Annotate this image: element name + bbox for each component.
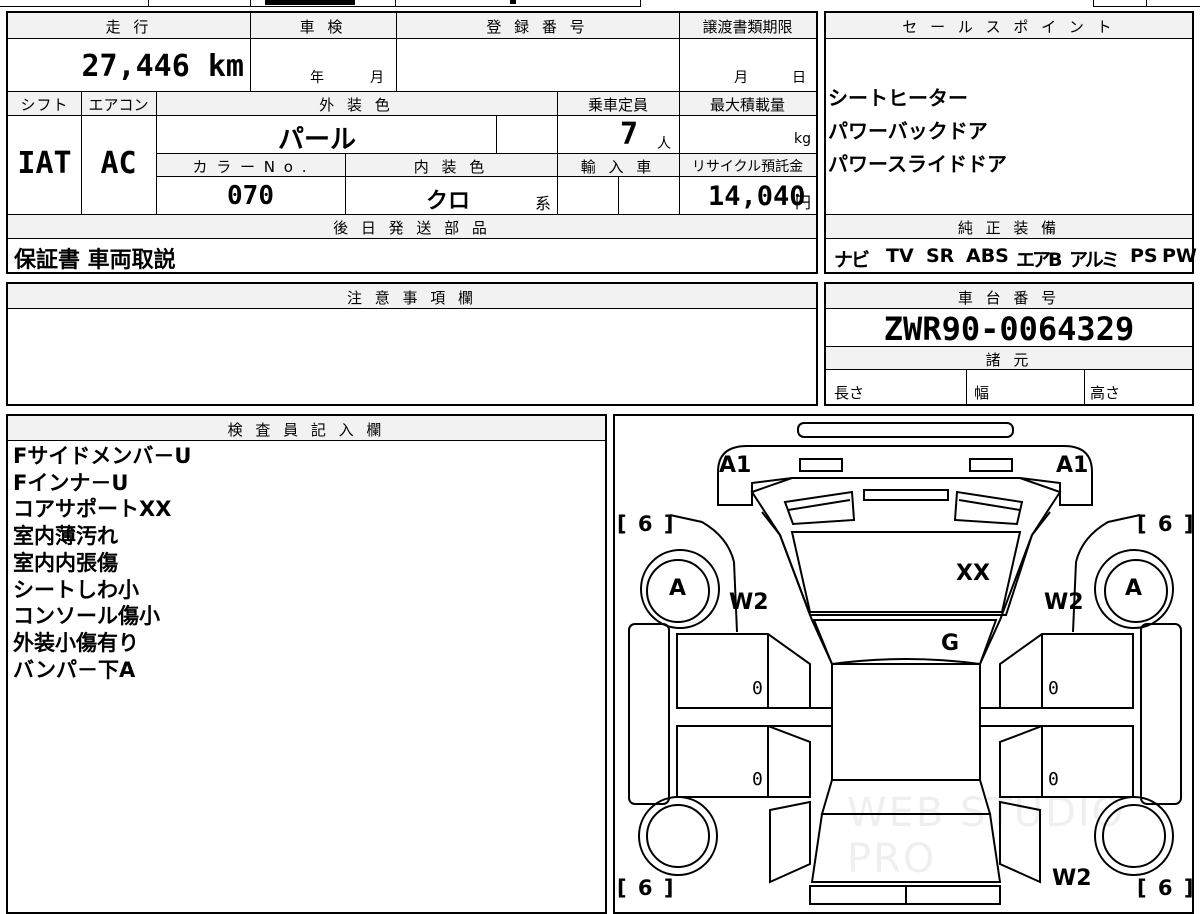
capacity-value: 7: [620, 117, 639, 152]
transfer-month-unit: 月: [734, 70, 748, 86]
top-strip: [0, 0, 1200, 8]
fender-mark-right: W2: [1044, 590, 1084, 615]
genuine-equipment-sr: SR: [926, 245, 955, 267]
inspector-note: 室内薄汚れ: [13, 524, 118, 549]
aircon-header: エアコン: [88, 96, 149, 114]
genuine-equipment-alloy: アルミ: [1069, 249, 1120, 271]
genuine-equipment-airbag: エアB: [1016, 249, 1063, 271]
mileage-header: 走 行: [105, 18, 153, 36]
windshield-mark: G: [941, 631, 960, 656]
inspector-note: バンパ－下A: [13, 657, 136, 682]
wheel-mark-fl: A: [669, 576, 687, 601]
genuine-equipment-navi: ナビ: [834, 249, 870, 271]
genuine-equipment-abs: ABS: [966, 245, 1009, 267]
capacity-header: 乗車定員: [587, 96, 648, 114]
inspector-note: 室内内張傷: [13, 550, 118, 575]
door-mark-rr: 0: [1048, 769, 1059, 790]
inspector-note: コアサポートXX: [13, 497, 172, 522]
sales-points-header: セ ー ル ス ポ イ ン ト: [902, 18, 1116, 36]
genuine-equipment-tv: TV: [886, 245, 914, 267]
door-mark-fl: 0: [752, 678, 763, 699]
notes-box: 注 意 事 項 欄: [6, 282, 818, 406]
genuine-equipment-pw: PW: [1162, 245, 1197, 267]
inspection-header: 車 検: [299, 18, 347, 36]
tire-tread-rl: [ 6 ]: [617, 876, 676, 900]
sales-points-box: セ ー ル ス ポ イ ン ト シートヒーター パワーバックドア パワースライド…: [824, 11, 1197, 274]
chassis-header: 車 台 番 号: [957, 289, 1061, 307]
tire-tread-fl: [ 6 ]: [617, 512, 676, 536]
inspector-note: 外装小傷有り: [13, 630, 139, 655]
chassis-number: ZWR90-0064329: [883, 310, 1135, 348]
inspector-header: 検 査 員 記 入 欄: [227, 421, 386, 439]
inspector-notes-list: Fサイドメンバ－U Fインナ－U コアサポートXX 室内薄汚れ 室内内張傷 シー…: [13, 443, 191, 683]
inspector-note: シートしわ小: [13, 577, 139, 602]
height-label: 高さ: [1090, 384, 1121, 402]
genuine-equipment-header: 純 正 装 備: [957, 219, 1061, 237]
length-label: 長さ: [834, 384, 865, 402]
aircon-value: AC: [100, 146, 137, 181]
fender-mark-left: W2: [729, 590, 769, 615]
spec-header: 諸 元: [985, 351, 1033, 369]
max-load-unit: kg: [794, 131, 811, 147]
exterior-color-header: 外 装 色: [319, 96, 394, 114]
tire-tread-fr: [ 6 ]: [1137, 512, 1196, 536]
main-info-box: 走 行 車 検 登 録 番 号 譲渡書類期限 シフト エアコン 外 装 色 乗車…: [6, 11, 818, 274]
chassis-box: 車 台 番 号 ZWR90-0064329 諸 元 長さ 幅 高さ: [824, 282, 1194, 406]
rear-fender-mark-right: W2: [1052, 866, 1092, 891]
tire-tread-rr: [ 6 ]: [1137, 876, 1196, 900]
import-header: 輸 入 車: [580, 158, 656, 176]
recycle-fee-value: 14,040: [708, 181, 806, 212]
car-diagram-box: WEB STUDIO PRO A1 A1 [ 6 ] [ 6 ] A A W2 …: [613, 414, 1194, 914]
color-no-value: 070: [227, 181, 274, 211]
width-label: 幅: [974, 384, 990, 402]
recycle-fee-header: リサイクル預託金: [691, 159, 804, 175]
front-bumper-mark-left: A1: [719, 453, 752, 478]
door-mark-rl: 0: [752, 769, 763, 790]
sales-point-item: パワースライドドア: [828, 152, 1007, 176]
hood-mark: XX: [956, 561, 990, 586]
later-parts-header: 後 日 発 送 部 品: [333, 219, 491, 237]
transfer-deadline-header: 譲渡書類期限: [702, 18, 793, 36]
interior-color-value: クロ: [426, 189, 471, 214]
inspector-note: Fサイドメンバ－U: [13, 444, 192, 468]
mileage-value: 27,446 km: [81, 49, 244, 84]
later-parts-value: 保証書 車両取説: [14, 248, 176, 273]
inspection-year-unit: 年: [310, 70, 324, 86]
genuine-equipment-ps: PS: [1130, 245, 1158, 267]
shift-header: シフト: [20, 96, 69, 114]
notes-header: 注 意 事 項 欄: [346, 289, 478, 307]
inspector-note: Fインナ－U: [13, 470, 129, 495]
shift-value: IAT: [17, 146, 72, 181]
door-mark-fr: 0: [1048, 678, 1059, 699]
exterior-color-value: パール: [278, 125, 357, 155]
registration-header: 登 録 番 号: [486, 18, 589, 36]
watermark: WEB STUDIO PRO: [847, 790, 1126, 882]
inspector-note: コンソール傷小: [13, 604, 160, 629]
sales-point-item: パワーバックドア: [828, 119, 988, 143]
sales-point-item: シートヒーター: [828, 86, 968, 110]
front-bumper-mark-right: A1: [1056, 453, 1089, 478]
inspection-month-unit: 月: [370, 70, 384, 86]
interior-color-header: 内 装 色: [413, 158, 489, 176]
capacity-unit: 人: [657, 136, 671, 152]
color-no-header: カ ラ ー N o .: [192, 158, 309, 176]
wheel-mark-fr: A: [1125, 576, 1143, 601]
max-load-header: 最大積載量: [709, 96, 785, 114]
interior-suffix: 系: [535, 194, 552, 213]
transfer-day-unit: 日: [792, 70, 806, 86]
inspector-box: 検 査 員 記 入 欄 Fサイドメンバ－U Fインナ－U コアサポートXX 室内…: [6, 414, 607, 914]
recycle-unit: 円: [795, 193, 812, 212]
